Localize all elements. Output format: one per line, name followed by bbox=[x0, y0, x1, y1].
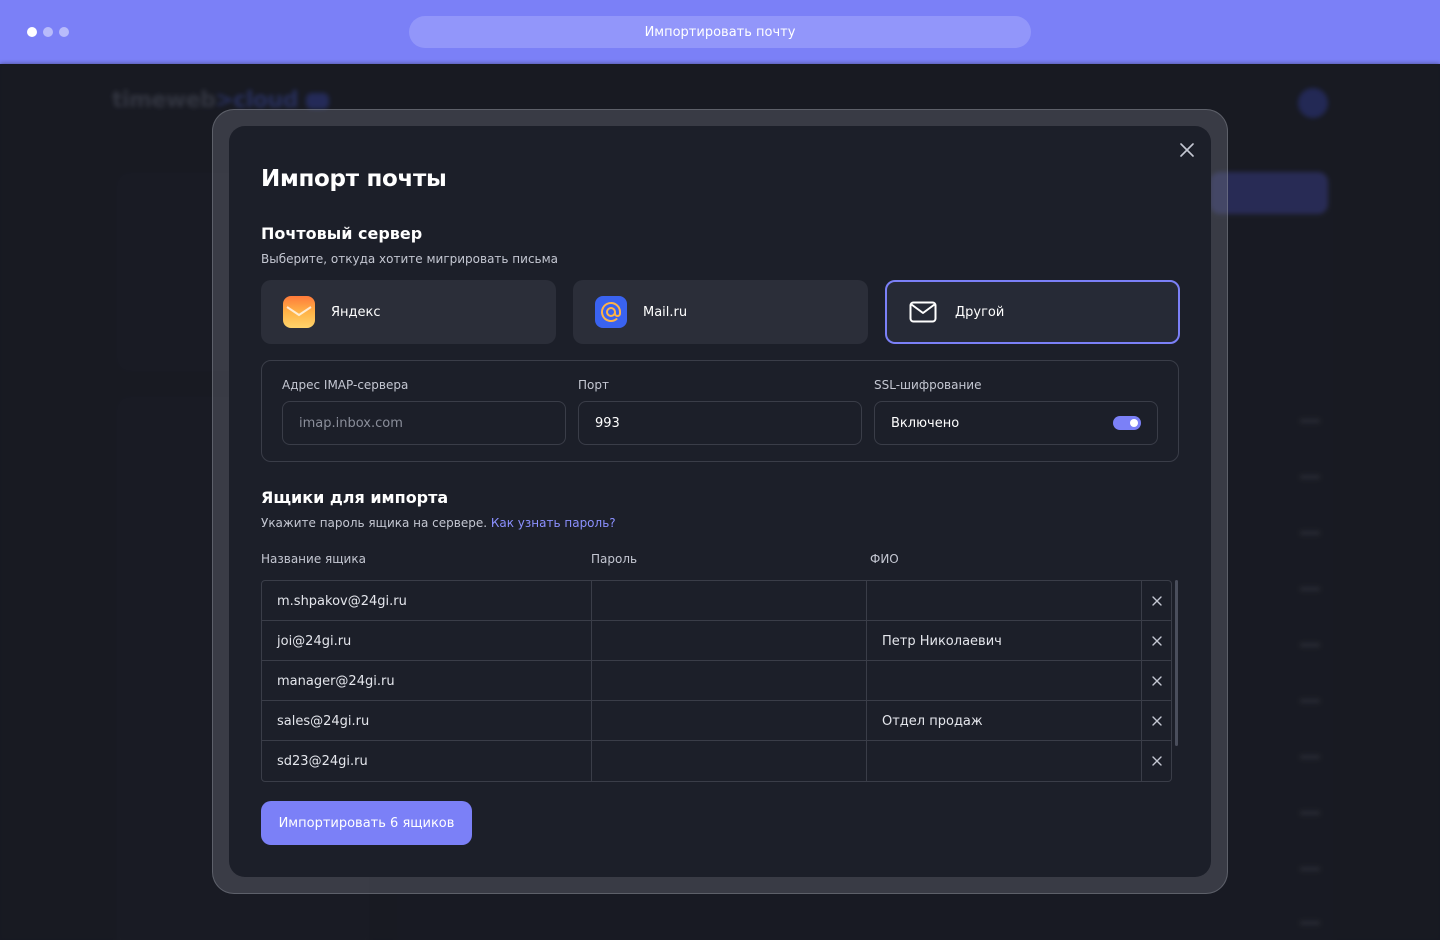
close-icon bbox=[1151, 676, 1162, 686]
mailbox-name-cell[interactable]: joi@24gi.ru bbox=[262, 621, 592, 661]
ssl-label: SSL-шифрование bbox=[874, 378, 982, 392]
port-label: Порт bbox=[578, 378, 609, 392]
provider-mailru[interactable]: Mail.ru bbox=[573, 280, 868, 344]
remove-row-button[interactable] bbox=[1142, 621, 1171, 661]
fio-cell[interactable]: Петр Николаевич bbox=[867, 621, 1142, 661]
password-cell[interactable] bbox=[592, 621, 867, 661]
modal-title: Импорт почты bbox=[261, 166, 447, 192]
provider-other[interactable]: Другой bbox=[885, 280, 1180, 344]
close-icon bbox=[1151, 756, 1162, 766]
toggle-knob bbox=[1130, 419, 1138, 427]
provider-label: Mail.ru bbox=[643, 304, 688, 320]
close-icon bbox=[1151, 596, 1162, 606]
remove-row-button[interactable] bbox=[1142, 661, 1171, 701]
mailbox-name-cell[interactable]: manager@24gi.ru bbox=[262, 661, 592, 701]
window-dot[interactable] bbox=[43, 27, 53, 37]
port-value: 993 bbox=[595, 415, 620, 431]
remove-row-button[interactable] bbox=[1142, 701, 1171, 741]
imap-address-field[interactable] bbox=[282, 401, 566, 445]
provider-label: Яндекс bbox=[331, 304, 381, 320]
table-row: m.shpakov@24gi.ru bbox=[262, 581, 1171, 621]
mailbox-name-cell[interactable]: sales@24gi.ru bbox=[262, 701, 592, 741]
provider-options: Яндекс Mail.ru Другой bbox=[261, 280, 1180, 344]
how-to-get-password-link[interactable]: Как узнать пароль? bbox=[491, 516, 616, 530]
mailboxes-section-subtitle: Укажите пароль ящика на сервере. Как узн… bbox=[261, 516, 616, 530]
close-icon bbox=[1151, 716, 1162, 726]
port-field[interactable]: 993 bbox=[578, 401, 862, 445]
column-header-fio: ФИО bbox=[870, 552, 899, 566]
mailboxes-table: m.shpakov@24gi.ru joi@24gi.ru Петр Никол… bbox=[261, 580, 1172, 782]
remove-row-button[interactable] bbox=[1142, 581, 1171, 621]
window-dot[interactable] bbox=[27, 27, 37, 37]
fio-cell[interactable] bbox=[867, 581, 1142, 621]
import-mailboxes-button[interactable]: Импортировать 6 ящиков bbox=[261, 801, 472, 845]
fio-cell[interactable] bbox=[867, 661, 1142, 701]
mailboxes-hint: Укажите пароль ящика на сервере. bbox=[261, 516, 488, 530]
fio-cell[interactable] bbox=[867, 741, 1142, 781]
ssl-toggle[interactable] bbox=[1113, 416, 1141, 430]
column-header-password: Пароль bbox=[591, 552, 638, 566]
mailbox-name-cell[interactable]: m.shpakov@24gi.ru bbox=[262, 581, 592, 621]
close-button[interactable] bbox=[1177, 140, 1197, 160]
mailru-at-icon bbox=[595, 296, 627, 328]
password-cell[interactable] bbox=[592, 701, 867, 741]
mailbox-name-cell[interactable]: sd23@24gi.ru bbox=[262, 741, 592, 781]
close-icon bbox=[1180, 143, 1194, 157]
import-mail-modal: Импорт почты Почтовый сервер Выберите, о… bbox=[229, 126, 1211, 877]
password-cell[interactable] bbox=[592, 741, 867, 781]
provider-yandex[interactable]: Яндекс bbox=[261, 280, 556, 344]
ssl-value: Включено bbox=[891, 415, 960, 431]
mailboxes-section-title: Ящики для импорта bbox=[261, 488, 449, 507]
imap-address-input[interactable] bbox=[299, 415, 565, 431]
imap-address-label: Адрес IMAP-сервера bbox=[282, 378, 409, 392]
password-cell[interactable] bbox=[592, 581, 867, 621]
server-section-title: Почтовый сервер bbox=[261, 224, 423, 243]
column-header-name: Название ящика bbox=[261, 552, 366, 566]
table-row: sales@24gi.ru Отдел продаж bbox=[262, 701, 1171, 741]
browser-chrome: Импортировать почту bbox=[0, 0, 1440, 64]
yandex-mail-icon bbox=[283, 296, 315, 328]
table-row: manager@24gi.ru bbox=[262, 661, 1171, 701]
remove-row-button[interactable] bbox=[1142, 741, 1171, 781]
table-scrollbar[interactable] bbox=[1175, 580, 1178, 746]
fio-cell[interactable]: Отдел продаж bbox=[867, 701, 1142, 741]
window-controls bbox=[27, 27, 69, 37]
table-row: sd23@24gi.ru bbox=[262, 741, 1171, 781]
imap-settings: Адрес IMAP-сервера Порт 993 SSL-шифрован… bbox=[261, 360, 1179, 462]
close-icon bbox=[1151, 636, 1162, 646]
address-bar[interactable]: Импортировать почту bbox=[409, 16, 1031, 48]
ssl-field: Включено bbox=[874, 401, 1158, 445]
envelope-icon bbox=[907, 296, 939, 328]
provider-label: Другой bbox=[955, 304, 1005, 320]
table-row: joi@24gi.ru Петр Николаевич bbox=[262, 621, 1171, 661]
window-dot[interactable] bbox=[59, 27, 69, 37]
password-cell[interactable] bbox=[592, 661, 867, 701]
server-section-subtitle: Выберите, откуда хотите мигрировать пись… bbox=[261, 252, 559, 266]
